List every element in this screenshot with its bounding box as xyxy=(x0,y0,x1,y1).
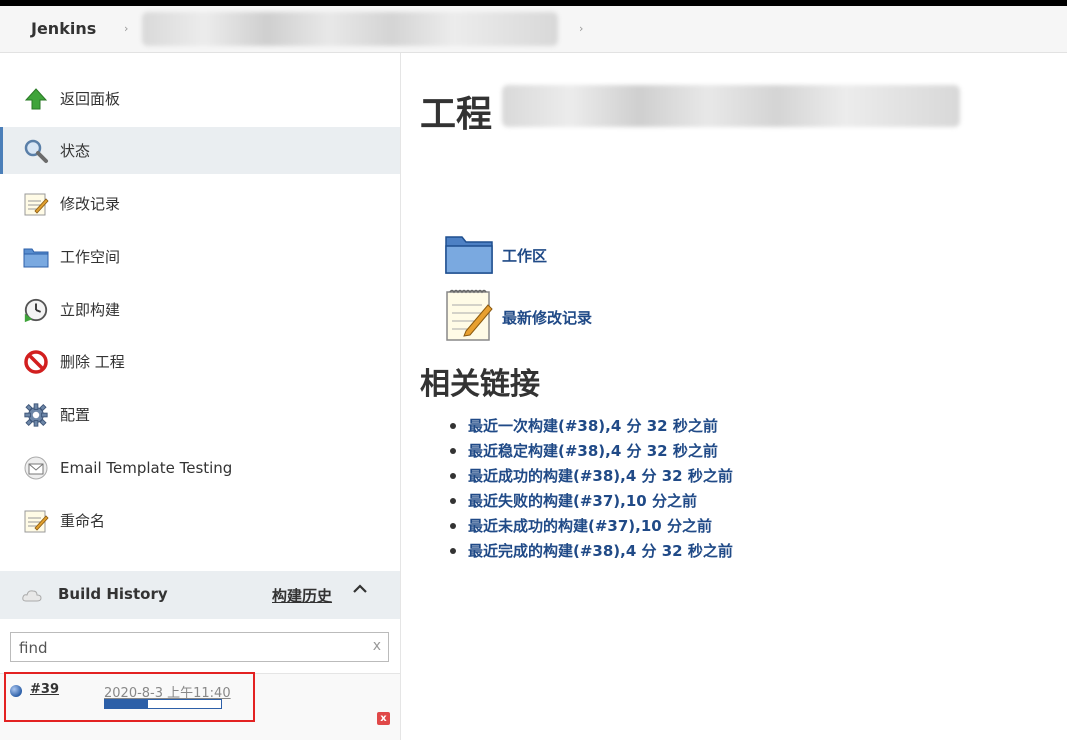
recent-changes-link-label[interactable]: 最新修改记录 xyxy=(502,307,592,328)
notepad-icon xyxy=(23,508,49,534)
breadcrumb-jenkins[interactable]: Jenkins xyxy=(31,19,96,38)
folder-icon xyxy=(444,231,494,281)
sidebar-item-back-to-dashboard[interactable]: 返回面板 xyxy=(0,75,400,122)
up-arrow-icon xyxy=(23,86,49,112)
build-history-header: Build History 构建历史 xyxy=(0,571,400,619)
permalink-last-build[interactable]: 最近一次构建(#38),4 分 32 秒之前 xyxy=(450,415,733,440)
project-name-redacted xyxy=(502,85,960,127)
sidebar: 返回面板 状态 修改记录 工作空间 立即构建 删除 工程 配置 Email Te… xyxy=(0,53,401,740)
gear-icon xyxy=(23,402,49,428)
build-search-input[interactable]: find x xyxy=(10,632,389,662)
clear-search-button[interactable]: x xyxy=(373,638,381,654)
no-entry-icon xyxy=(23,349,49,375)
sidebar-item-label: 配置 xyxy=(60,406,91,424)
page-title-prefix: 工程 xyxy=(420,94,493,135)
search-icon xyxy=(23,138,49,164)
page-title: 工程 xyxy=(420,85,492,137)
breadcrumb-separator: › xyxy=(579,22,584,35)
breadcrumb: Jenkins › › xyxy=(0,6,1067,53)
workspace-link-label[interactable]: 工作区 xyxy=(502,245,547,266)
permalinks-list: 最近一次构建(#38),4 分 32 秒之前 最近稳定构建(#38),4 分 3… xyxy=(450,415,733,565)
permalink-last-failed-build[interactable]: 最近失败的构建(#37),10 分之前 xyxy=(450,490,733,515)
permalink-last-successful-build[interactable]: 最近成功的构建(#38),4 分 32 秒之前 xyxy=(450,465,733,490)
permalink-last-completed-build[interactable]: 最近完成的构建(#38),4 分 32 秒之前 xyxy=(450,540,733,565)
clock-icon xyxy=(23,297,49,323)
sidebar-item-workspace[interactable]: 工作空间 xyxy=(0,233,400,280)
build-search-value: find xyxy=(19,639,48,657)
permalink-last-stable-build[interactable]: 最近稳定构建(#38),4 分 32 秒之前 xyxy=(450,440,733,465)
sidebar-item-build-now[interactable]: 立即构建 xyxy=(0,286,400,333)
workspace-link[interactable] xyxy=(444,231,494,281)
sidebar-item-email-template-testing[interactable]: Email Template Testing xyxy=(0,444,400,491)
permalinks-title: 相关链接 xyxy=(420,367,540,402)
breadcrumb-separator: › xyxy=(124,22,129,35)
recent-changes-link[interactable] xyxy=(444,289,494,347)
notepad-icon xyxy=(23,191,49,217)
sidebar-item-status[interactable]: 状态 xyxy=(0,127,400,174)
folder-icon xyxy=(23,244,49,270)
sidebar-item-label: 重命名 xyxy=(60,512,106,530)
breadcrumb-project-redacted[interactable] xyxy=(142,12,558,46)
sidebar-item-label: 状态 xyxy=(60,142,91,160)
cloud-icon xyxy=(22,587,42,606)
sidebar-item-label: 工作空间 xyxy=(60,248,121,266)
sidebar-item-rename[interactable]: 重命名 xyxy=(0,497,400,544)
cancel-build-icon[interactable]: x xyxy=(377,712,390,725)
build-history-title: Build History xyxy=(58,585,168,603)
sidebar-item-changes[interactable]: 修改记录 xyxy=(0,180,400,227)
sidebar-item-label: 立即构建 xyxy=(60,301,121,319)
build-trend-link[interactable]: 构建历史 xyxy=(272,585,332,606)
envelope-icon xyxy=(23,455,49,481)
main-panel: 工程 工作区 最新修改记录 相关链接 最近一次构建(#38),4 分 32 秒之… xyxy=(402,53,1067,740)
chevron-up-icon xyxy=(353,584,367,593)
permalink-last-unsuccessful-build[interactable]: 最近未成功的构建(#37),10 分之前 xyxy=(450,515,733,540)
sidebar-item-label: Email Template Testing xyxy=(60,458,233,477)
sidebar-item-label: 删除 工程 xyxy=(60,353,125,371)
sidebar-item-label: 修改记录 xyxy=(60,195,121,213)
collapse-toggle[interactable] xyxy=(352,581,368,602)
sidebar-item-configure[interactable]: 配置 xyxy=(0,391,400,438)
notepad-icon xyxy=(444,289,494,347)
sidebar-item-delete-project[interactable]: 删除 工程 xyxy=(0,338,400,385)
sidebar-item-label: 返回面板 xyxy=(60,90,121,108)
highlight-box xyxy=(4,672,255,722)
